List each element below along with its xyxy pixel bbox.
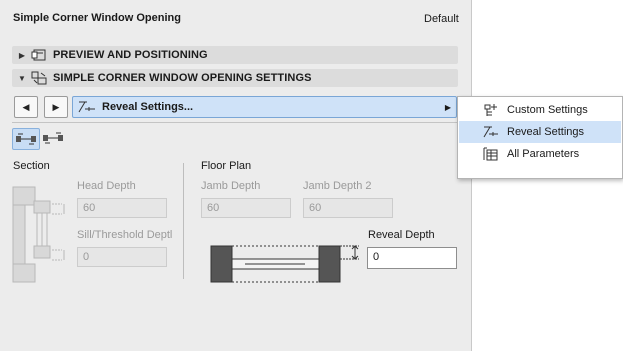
- reveal-type-1-button[interactable]: [12, 128, 40, 150]
- expand-triangle-icon: ▶: [18, 50, 26, 60]
- section-preview-positioning[interactable]: ▶ PREVIEW AND POSITIONING: [12, 46, 458, 64]
- sill-depth-label: Sill/Threshold Deptl: [77, 229, 173, 241]
- menu-item-custom-settings[interactable]: Custom Settings: [459, 99, 621, 121]
- jamb-depth-field: 60: [201, 198, 291, 218]
- reveal-depth-field[interactable]: 0: [367, 247, 457, 269]
- reveal-settings-icon: [78, 101, 95, 113]
- menu-item-all-parameters[interactable]: All Parameters: [459, 143, 621, 165]
- panel-title: Simple Corner Window Opening: [13, 12, 181, 24]
- head-depth-field: 60: [77, 198, 167, 218]
- triangle-left-icon: ◀: [22, 101, 30, 112]
- floor-plan-heading: Floor Plan: [201, 160, 252, 172]
- sill-depth-field: 0: [77, 247, 167, 267]
- menu-item-label: Custom Settings: [507, 104, 588, 116]
- custom-settings-icon: [484, 104, 497, 116]
- jamb-depth-2-field: 60: [303, 198, 393, 218]
- reveal-type-2-button[interactable]: [40, 128, 66, 148]
- head-depth-label: Head Depth: [77, 180, 136, 192]
- dropdown-arrow-icon: ▶: [444, 102, 451, 112]
- window-settings-icon: [31, 71, 47, 85]
- page-selector-menu: Custom Settings Reveal Settings All Para…: [457, 96, 623, 179]
- all-parameters-icon: [483, 147, 498, 161]
- reveal-type-1-icon: [16, 133, 36, 145]
- section-window-opening-settings[interactable]: ▼ SIMPLE CORNER WINDOW OPENING SETTINGS: [12, 69, 458, 87]
- default-label[interactable]: Default: [424, 13, 459, 25]
- collapse-triangle-icon: ▼: [18, 73, 26, 83]
- prev-page-button[interactable]: ◀: [14, 96, 38, 118]
- pane-divider: [183, 163, 184, 279]
- menu-item-reveal-settings[interactable]: Reveal Settings: [459, 121, 621, 143]
- jamb-depth-2-label: Jamb Depth 2: [303, 180, 372, 192]
- section-label: PREVIEW AND POSITIONING: [53, 49, 208, 61]
- jamb-depth-label: Jamb Depth: [201, 180, 261, 192]
- menu-item-label: Reveal Settings: [507, 126, 585, 138]
- page-selector-value: Reveal Settings...: [102, 101, 194, 113]
- section-diagram-icon: [12, 186, 65, 283]
- floor-plan-diagram-icon: [210, 245, 359, 283]
- next-page-button[interactable]: ▶: [44, 96, 68, 118]
- reveal-settings-icon: [483, 126, 498, 138]
- settings-panel: Simple Corner Window Opening Default ▶ P…: [0, 0, 472, 351]
- divider: [12, 122, 458, 123]
- section-heading: Section: [13, 160, 50, 172]
- section-label: SIMPLE CORNER WINDOW OPENING SETTINGS: [53, 72, 312, 84]
- preview-icon: [31, 49, 46, 61]
- triangle-right-icon: ▶: [52, 101, 60, 112]
- reveal-depth-label: Reveal Depth: [368, 229, 435, 241]
- page-selector-dropdown[interactable]: Reveal Settings... ▶: [72, 96, 457, 118]
- menu-item-label: All Parameters: [507, 148, 580, 160]
- reveal-type-2-icon: [43, 132, 63, 144]
